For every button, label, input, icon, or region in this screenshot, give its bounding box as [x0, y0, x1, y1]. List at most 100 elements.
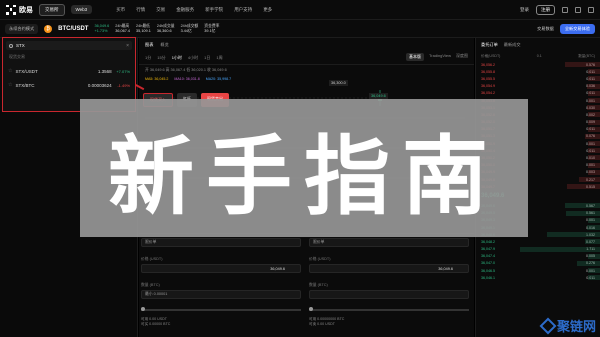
- watermark: 聚链网: [539, 316, 596, 335]
- result-price: 1.3568: [97, 68, 112, 74]
- menu-item-support[interactable]: 用户支持: [234, 7, 252, 13]
- amount-label: 数量 (BTC): [141, 283, 160, 287]
- ohlc-readout: 开 36,049.6 高 36,067.4 低 36,020.1 收 36,04…: [145, 68, 227, 72]
- market-bar: 永续合约模式 ₿ BTC/USDT 36,049.6 +1.73% 24h最高 …: [0, 20, 600, 38]
- order-book-row[interactable]: 36,046.5 0.001: [476, 267, 600, 274]
- depth-bar: [579, 177, 600, 182]
- search-box: ×: [6, 41, 132, 50]
- interval-1h[interactable]: 1小时: [172, 55, 182, 61]
- precision-select[interactable]: 0.1: [537, 54, 542, 59]
- order-type-label: 限价单: [313, 240, 325, 244]
- amount-label: 数量 (BTC): [309, 283, 328, 287]
- order-form: 限价单 价格 (USDT) 36,049.6 数量 (BTC) 最小 0.000…: [139, 233, 474, 337]
- interval-4h[interactable]: 4小时: [188, 55, 198, 61]
- order-book-row[interactable]: 36,048.2 0.077: [476, 238, 600, 245]
- view-basic[interactable]: 基本版: [405, 53, 424, 61]
- menu-item-more[interactable]: 更多: [263, 7, 272, 13]
- order-price: 36,048.2: [481, 239, 495, 244]
- interval-15m[interactable]: 15分: [157, 55, 165, 61]
- star-icon[interactable]: ☆: [8, 82, 12, 88]
- buy-amount-input[interactable]: 最小 0.00001: [141, 290, 301, 299]
- ma-legend: MA5: 36,045.2 MA10: 36,031.8 MA20: 35,99…: [139, 76, 474, 82]
- depth-bar: [587, 268, 600, 274]
- star-icon[interactable]: ☆: [8, 68, 12, 74]
- pair-selector[interactable]: BTC/USDT: [58, 26, 88, 32]
- interval-1d[interactable]: 1日: [204, 55, 210, 61]
- stat-value: 36,360.6: [156, 28, 172, 33]
- buy-price-input[interactable]: 36,049.6: [141, 264, 301, 273]
- high-price-tag: 36,300.0: [329, 80, 348, 86]
- logo-icon: [6, 4, 16, 15]
- buy-max: 可买 0.00000 BTC: [141, 322, 171, 326]
- sell-order-type-select[interactable]: 限价单: [309, 238, 469, 247]
- depth-bar: [586, 105, 600, 111]
- trade-data-link[interactable]: 交易数据: [537, 26, 554, 32]
- tab-chart[interactable]: 图表: [145, 42, 153, 48]
- new-trade-experience-button[interactable]: 全新交易体验: [559, 23, 595, 34]
- signup-button[interactable]: 注册: [536, 4, 555, 15]
- order-book-row[interactable]: 36,047.4 0.005: [476, 253, 600, 260]
- result-change: -1.49%: [117, 82, 131, 88]
- market-bar-right: 交易数据 全新交易体验: [537, 23, 595, 34]
- clear-icon[interactable]: ×: [126, 43, 129, 49]
- mode-web3-tab[interactable]: Web3: [70, 5, 93, 14]
- depth-bar: [546, 232, 600, 238]
- order-price: 36,047.0: [481, 261, 495, 266]
- contract-mode-filter[interactable]: 永续合约模式: [5, 23, 39, 34]
- stat-volume: 24h成交量 36,360.6: [157, 24, 175, 34]
- depth-bar: [587, 119, 600, 125]
- depth-bar: [586, 83, 600, 89]
- price-label: 价格 (USDT): [309, 257, 331, 261]
- menu-item-buy[interactable]: 买币: [116, 7, 125, 13]
- order-price: 36,054.9: [481, 84, 495, 89]
- order-book-row[interactable]: 36,054.2 0.011: [476, 90, 600, 97]
- help-icon[interactable]: [575, 6, 581, 13]
- menu-item-finance[interactable]: 金融服务: [176, 7, 194, 13]
- depth-bar: [587, 162, 600, 168]
- tab-recent-trades[interactable]: 最新成交: [504, 42, 521, 48]
- logo[interactable]: 欧易: [6, 4, 33, 15]
- stat-value: 35,109.1: [136, 28, 151, 33]
- search-input[interactable]: [16, 43, 116, 48]
- search-result-row[interactable]: ☆ STX/USDT 1.3568 +7.07%: [3, 64, 135, 78]
- order-book-row[interactable]: 36,055.8 0.011: [476, 68, 600, 75]
- depth-bar: [587, 224, 600, 230]
- globe-icon[interactable]: [588, 6, 594, 13]
- watermark-logo-icon: [539, 317, 557, 334]
- sell-amount-input[interactable]: [309, 290, 469, 299]
- buy-percent-slider[interactable]: [141, 307, 301, 311]
- menu-item-trade[interactable]: 交易: [156, 7, 165, 13]
- order-price: 36,055.5: [481, 76, 495, 81]
- interval-1m[interactable]: 1分: [145, 55, 151, 61]
- tab-order-book[interactable]: 委托订单: [481, 42, 498, 48]
- tab-overview[interactable]: 概览: [160, 42, 168, 48]
- depth-bar: [587, 148, 600, 154]
- order-book-row[interactable]: 36,046.1 0.011: [476, 274, 600, 281]
- download-icon[interactable]: [562, 6, 568, 13]
- sell-price-input[interactable]: 36,049.6: [309, 264, 469, 273]
- order-book-row[interactable]: 36,047.9 1.711: [476, 246, 600, 253]
- order-book-header: 价格(USDT) 0.1 数量(BTC): [476, 52, 600, 61]
- ma5-label: MA5: 36,045.2: [145, 77, 169, 81]
- order-book-row[interactable]: 36,056.2 0.576: [476, 61, 600, 68]
- mode-exchange-tab[interactable]: 交易所: [39, 3, 65, 16]
- btc-coin-icon: ₿: [44, 24, 53, 33]
- buy-order-type-select[interactable]: 限价单: [141, 238, 301, 247]
- order-book-row[interactable]: 36,055.5 0.011: [476, 75, 600, 82]
- login-link[interactable]: 登录: [520, 7, 529, 13]
- menu-item-academy[interactable]: 新手学院: [205, 7, 223, 13]
- view-tradingview[interactable]: TradingView: [429, 53, 451, 61]
- order-book-row[interactable]: 36,047.0 0.276: [476, 260, 600, 267]
- order-price: 36,047.4: [481, 254, 495, 259]
- sell-percent-slider[interactable]: [309, 307, 469, 311]
- depth-bar: [587, 90, 600, 96]
- chart-view-tabs: 基本版 TradingView 深度图: [405, 53, 468, 61]
- order-book-row[interactable]: 36,054.9 0.036: [476, 83, 600, 90]
- depth-bar: [584, 239, 600, 245]
- interval-1w[interactable]: 1周: [216, 55, 222, 61]
- depth-bar: [587, 97, 600, 103]
- depth-bar: [587, 112, 600, 118]
- view-depth[interactable]: 深度图: [456, 53, 468, 61]
- search-result-row[interactable]: ☆ STX/BTC 0.00003624 -1.49%: [3, 78, 135, 92]
- menu-item-markets[interactable]: 行情: [136, 7, 145, 13]
